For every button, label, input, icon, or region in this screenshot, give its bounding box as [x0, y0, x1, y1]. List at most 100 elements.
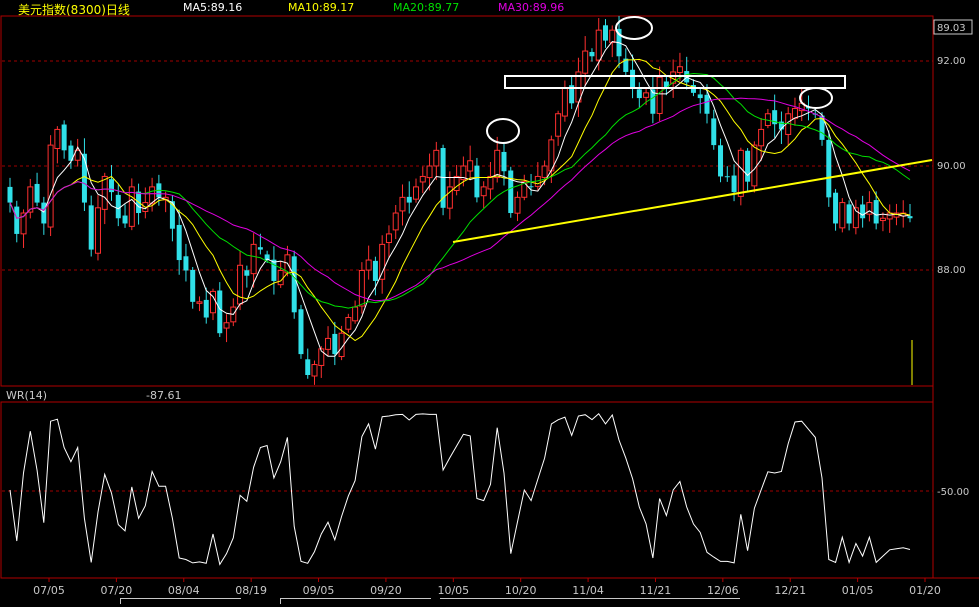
- candle-body: [860, 204, 866, 219]
- candle-body: [582, 50, 589, 74]
- candle-body: [879, 217, 886, 222]
- candle-body: [217, 290, 223, 334]
- candle-body: [751, 144, 758, 187]
- footer-tab-1[interactable]: [120, 598, 241, 604]
- footer-tab-3[interactable]: [440, 598, 740, 604]
- candle-body: [541, 165, 548, 178]
- candle-body: [426, 165, 433, 179]
- ma20-label: MA20:89.77: [393, 1, 460, 14]
- candle-body: [467, 160, 474, 172]
- last-price-label: 89.03: [937, 23, 966, 34]
- candle-body: [196, 301, 203, 304]
- candle-body: [352, 306, 359, 322]
- y-tick-88: 88.00: [937, 265, 966, 276]
- candle-body: [737, 149, 744, 197]
- candle-body: [846, 204, 852, 224]
- y-tick-90: 90.00: [937, 161, 966, 172]
- candle-body: [325, 337, 332, 350]
- candle-body: [81, 153, 87, 203]
- candle-body: [602, 25, 608, 41]
- candle-body: [257, 247, 263, 250]
- candle-body: [203, 299, 209, 318]
- candle-body: [758, 128, 765, 147]
- candle-body: [508, 170, 514, 214]
- x-tick-label: 07/05: [33, 584, 65, 597]
- candle-body: [291, 256, 297, 313]
- candle-body: [595, 29, 602, 61]
- candle-body: [501, 151, 507, 172]
- candle-body: [656, 76, 663, 114]
- candle-body: [305, 359, 311, 375]
- candle-body: [419, 175, 426, 183]
- candle-body: [676, 66, 683, 73]
- candle-body: [385, 233, 392, 244]
- candle-body: [514, 196, 521, 214]
- chart-svg: 92.00 90.00 88.00 89.03 -50.00 07/05 07/2…: [0, 0, 979, 603]
- wr-label: WR(14): [6, 389, 48, 402]
- candle-body: [298, 309, 304, 355]
- candle-body: [94, 207, 101, 254]
- x-tick-label: 09/20: [370, 584, 402, 597]
- footer-tab-2[interactable]: [280, 598, 431, 604]
- chart-title: 美元指数(8300)日线: [18, 3, 130, 17]
- candle-body: [311, 364, 318, 377]
- candle-body: [826, 139, 832, 198]
- y-tick-wr-50: -50.00: [937, 487, 969, 498]
- x-tick-label: 12/06: [707, 584, 739, 597]
- x-tick-label: 09/05: [303, 584, 335, 597]
- candle-body: [718, 145, 724, 177]
- candle-body: [250, 243, 257, 275]
- candle-body: [244, 270, 250, 276]
- candle-body: [379, 243, 386, 280]
- candle-body: [183, 256, 189, 271]
- x-tick-label: 08/04: [168, 584, 200, 597]
- candle-body: [433, 149, 440, 167]
- x-tick-label: 11/21: [640, 584, 672, 597]
- candle-body: [561, 87, 568, 117]
- chart-frame: 92.00 90.00 88.00 89.03 -50.00 07/05 07/2…: [0, 0, 979, 603]
- candle-body: [358, 270, 365, 307]
- candle-body: [109, 179, 115, 193]
- candle-body: [745, 150, 751, 182]
- candle-body: [589, 51, 595, 57]
- ma10-label: MA10:89.17: [288, 1, 355, 14]
- wr-value-label: -87.61: [146, 389, 182, 402]
- candle-body: [711, 118, 717, 146]
- candle-body: [399, 196, 406, 212]
- candle-body: [190, 269, 196, 302]
- candle-body: [907, 216, 913, 219]
- candle-body: [528, 186, 534, 188]
- candle-body: [176, 224, 182, 261]
- candle-body: [724, 176, 730, 178]
- candle-body: [555, 113, 562, 137]
- x-tick-label: 01/05: [842, 584, 874, 597]
- candle-body: [345, 317, 352, 330]
- candle-body: [122, 215, 128, 224]
- x-tick-label: 07/20: [101, 584, 133, 597]
- candle-body: [609, 29, 616, 43]
- candle-body: [271, 259, 277, 281]
- candle-body: [487, 175, 494, 190]
- candle-body: [636, 89, 642, 99]
- x-tick-label: 08/19: [235, 584, 267, 597]
- candle-body: [406, 196, 412, 203]
- candle-body: [47, 144, 54, 228]
- x-tick-label: 11/04: [572, 584, 604, 597]
- candle-body: [34, 183, 40, 203]
- candle-body: [365, 259, 372, 271]
- candle-body: [372, 260, 378, 281]
- candle-body: [873, 200, 879, 224]
- candle-body: [88, 205, 94, 250]
- candle-body: [61, 124, 67, 151]
- candle-body: [14, 206, 20, 234]
- background: [0, 0, 979, 603]
- candle-body: [731, 175, 737, 193]
- x-tick-label: 10/05: [437, 584, 469, 597]
- candle-body: [101, 175, 108, 210]
- x-tick-label: 12/21: [774, 584, 806, 597]
- x-tick-label: 10/20: [505, 584, 537, 597]
- candle-body: [643, 92, 650, 98]
- x-tick-label: 01/20: [909, 584, 941, 597]
- candle-body: [332, 333, 338, 355]
- candle-body: [392, 212, 399, 231]
